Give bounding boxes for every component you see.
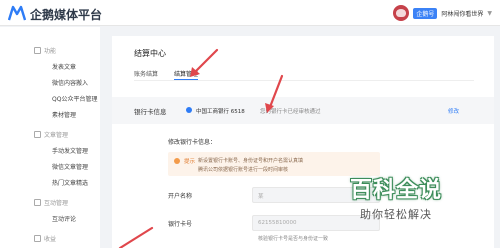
tip-text-line: 腾讯公司依据银行账号进行一段时间审核 xyxy=(198,167,289,173)
page-title: 结算中心 xyxy=(134,49,166,58)
bank-card-row: 银行卡信息 中国工商银行 6518 您的银行卡已经审核通过 修改 xyxy=(112,97,494,124)
info-icon xyxy=(174,158,180,164)
sidebar-group-label: 文章管理 xyxy=(44,132,69,139)
sidebar-item-manual-articles[interactable]: 手动发文管理 xyxy=(52,146,88,155)
tab-account-settlement[interactable]: 账务结算 xyxy=(134,69,158,78)
logo-icon xyxy=(8,5,26,21)
sidebar-group-features: 功能 xyxy=(34,46,56,55)
sidebar-item-wechat-import[interactable]: 微信内容搬入 xyxy=(52,78,88,87)
check-circle-icon xyxy=(186,107,192,113)
annotation-arrow xyxy=(265,74,284,113)
sidebar-item-qq-platform[interactable]: QQ公众平台管理 xyxy=(52,94,97,103)
tip-box: 提示 新设置银行卡账号、身份证号和开户名需认真填 腾讯公司依据银行账号进行一段时… xyxy=(168,152,380,176)
watermark: 百科全说 助你轻松解决 xyxy=(350,170,470,230)
chevron-down-icon[interactable]: ▼ xyxy=(487,10,492,17)
sidebar-item-materials[interactable]: 素材管理 xyxy=(52,110,76,119)
user-menu[interactable]: 企鹅号 阿林闯你看世界 ▼ xyxy=(393,4,492,22)
watermark-title: 百科全说 xyxy=(350,178,443,203)
account-name[interactable]: 阿林闯你看世界 xyxy=(441,9,483,18)
sidebar-item-publish[interactable]: 发表文章 xyxy=(52,62,76,71)
card-number-value: 62155810000 xyxy=(258,220,297,226)
tip-text-line: 新设置银行卡账号、身份证号和开户名需认真填 xyxy=(198,158,304,164)
modify-bank-card-link[interactable]: 修改 xyxy=(448,107,459,115)
document-icon xyxy=(34,131,41,138)
sidebar-group-label: 收益 xyxy=(44,236,57,243)
sidebar-group-articles: 文章管理 xyxy=(34,130,68,139)
grid-icon xyxy=(34,47,41,54)
card-number-label: 银行卡号 xyxy=(168,221,193,228)
top-bar: 企鹅媒体平台 企鹅号 阿林闯你看世界 ▼ xyxy=(0,0,500,26)
sidebar-group-income: 收益 xyxy=(34,234,56,243)
chat-icon xyxy=(34,199,41,206)
sidebar-item-comments[interactable]: 互动评论 xyxy=(52,214,76,223)
sidebar-item-hot-articles[interactable]: 热门文章精选 xyxy=(52,178,88,187)
bank-card-label: 银行卡信息 xyxy=(134,108,167,116)
sidebar-group-interaction: 互动管理 xyxy=(34,198,68,207)
modify-section-title: 修改银行卡信息： xyxy=(168,139,217,146)
tip-label: 提示 xyxy=(184,159,196,165)
account-name-value: 某 xyxy=(258,194,264,200)
card-number-hint: 核验银行卡号是否与身份证一致 xyxy=(258,236,329,242)
sidebar: 功能 发表文章 微信内容搬入 QQ公众平台管理 素材管理 文章管理 手动发文管理… xyxy=(0,27,100,248)
annotation-arrow xyxy=(118,226,154,248)
wallet-icon xyxy=(34,235,41,242)
platform-logo-text: 企鹅媒体平台 xyxy=(30,8,103,22)
bank-card-value: 中国工商银行 6518 xyxy=(196,109,245,115)
tabs-divider xyxy=(134,80,474,81)
sidebar-group-label: 功能 xyxy=(44,48,57,55)
annotation-arrow xyxy=(190,48,219,77)
account-type-badge: 企鹅号 xyxy=(413,7,438,19)
sidebar-group-label: 互动管理 xyxy=(44,200,69,207)
active-tab-indicator xyxy=(174,79,198,80)
watermark-subtitle: 助你轻松解决 xyxy=(360,208,432,221)
sidebar-item-wechat-articles[interactable]: 微信文章管理 xyxy=(52,162,88,171)
avatar[interactable] xyxy=(393,5,410,21)
account-name-label: 开户名称 xyxy=(168,193,193,200)
